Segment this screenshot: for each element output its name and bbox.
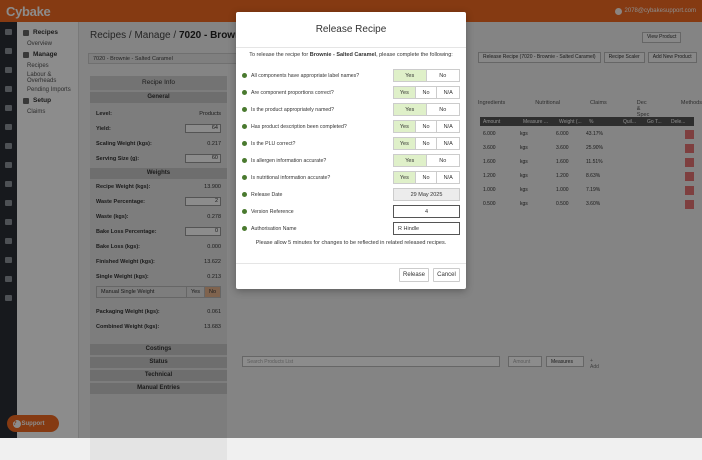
status-dot-icon [242, 141, 247, 146]
na-option[interactable]: N/A [437, 138, 459, 149]
dialog-title: Release Recipe [236, 12, 466, 48]
release-date-field: 29 May 2025 [393, 188, 460, 201]
label-names-options: Yes No [393, 69, 460, 82]
na-option[interactable]: N/A [437, 172, 459, 183]
component-proportions-options: Yes No N/A [393, 86, 460, 99]
yes-option[interactable]: Yes [394, 87, 416, 98]
yes-option[interactable]: Yes [394, 121, 416, 132]
authorisation-name-input[interactable]: R Hindle [393, 222, 460, 235]
no-option[interactable]: No [427, 70, 460, 81]
version-reference-input[interactable]: 4 [393, 205, 460, 218]
status-dot-icon [242, 175, 247, 180]
status-dot-icon [242, 73, 247, 78]
no-option[interactable]: No [416, 87, 438, 98]
status-dot-icon [242, 226, 247, 231]
cancel-button[interactable]: Cancel [433, 268, 460, 282]
yes-option[interactable]: Yes [394, 70, 427, 81]
status-dot-icon [242, 124, 247, 129]
na-option[interactable]: N/A [437, 87, 459, 98]
no-option[interactable]: No [416, 172, 438, 183]
yes-option[interactable]: Yes [394, 138, 416, 149]
release-button[interactable]: Release [399, 268, 429, 282]
dialog-footer [236, 263, 466, 289]
yes-option[interactable]: Yes [394, 172, 416, 183]
status-dot-icon [242, 158, 247, 163]
allergen-options: Yes No [393, 154, 460, 167]
product-description-options: Yes No N/A [393, 120, 460, 133]
na-option[interactable]: N/A [437, 121, 459, 132]
no-option[interactable]: No [416, 138, 438, 149]
status-dot-icon [242, 209, 247, 214]
product-named-options: Yes No [393, 103, 460, 116]
no-option[interactable]: No [427, 104, 460, 115]
nutritional-options: Yes No N/A [393, 171, 460, 184]
plu-options: Yes No N/A [393, 137, 460, 150]
no-option[interactable]: No [416, 121, 438, 132]
no-option[interactable]: No [427, 155, 460, 166]
yes-option[interactable]: Yes [394, 155, 427, 166]
release-recipe-dialog: Release Recipe To release the recipe for… [236, 12, 466, 289]
dialog-intro: To release the recipe for Brownie - Salt… [249, 52, 453, 58]
status-dot-icon [242, 90, 247, 95]
status-dot-icon [242, 107, 247, 112]
release-note: Please allow 5 minutes for changes to be… [255, 240, 447, 246]
yes-option[interactable]: Yes [394, 104, 427, 115]
status-dot-icon [242, 192, 247, 197]
